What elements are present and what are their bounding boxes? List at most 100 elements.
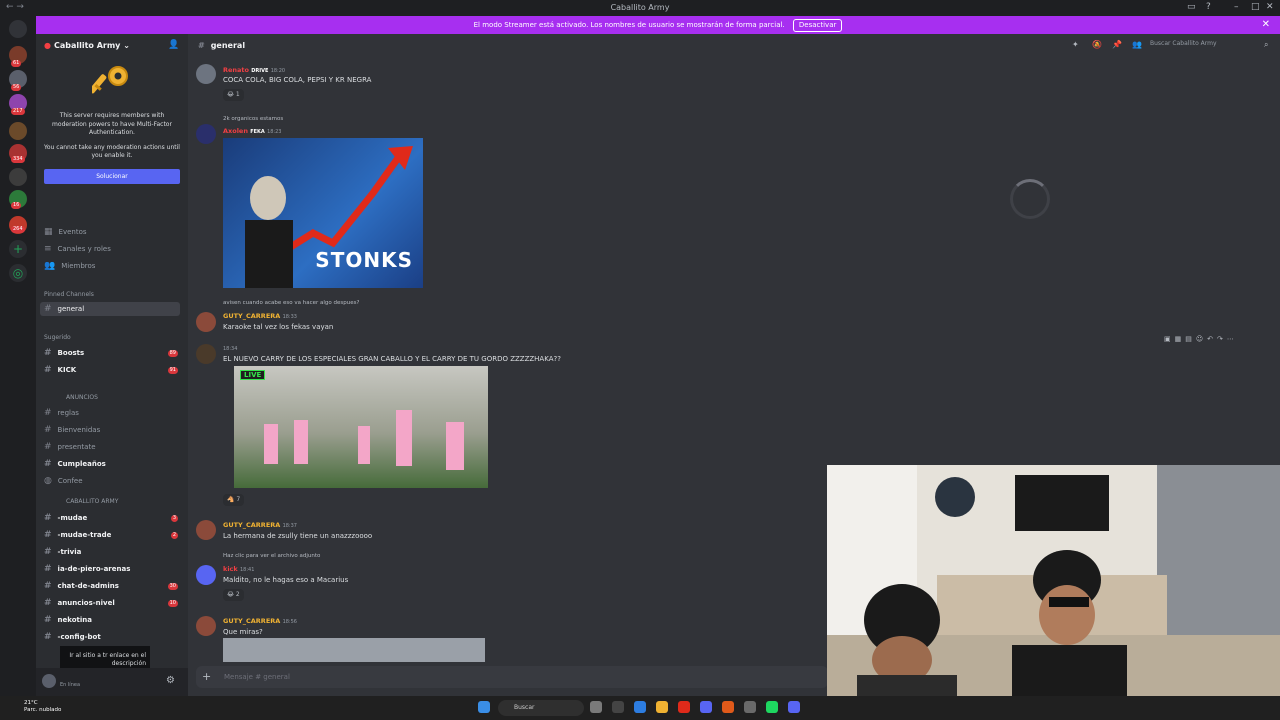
close-icon[interactable]: ✕ bbox=[1266, 2, 1274, 12]
home-icon[interactable] bbox=[9, 20, 27, 38]
message-author[interactable]: kick 18:41 bbox=[223, 565, 254, 573]
channel-kick[interactable]: # KICK bbox=[44, 365, 76, 375]
author-name: GUTY_CARRERA bbox=[223, 521, 281, 529]
message-reply[interactable]: Haz clic para ver el archivo adjunto bbox=[223, 553, 320, 559]
message-author[interactable]: GUTY_CARRERA 18:33 bbox=[223, 312, 297, 320]
category-pinned[interactable]: Pinned Channels bbox=[44, 291, 94, 298]
minimize-icon[interactable]: – bbox=[1234, 2, 1239, 12]
channel-reglas[interactable]: # reglas bbox=[44, 408, 79, 418]
message-actions-icon[interactable]: ▣▦▤☺↶↷⋯ bbox=[1164, 335, 1238, 343]
channel-cumpleanos[interactable]: # Cumpleaños bbox=[44, 459, 106, 469]
timestamp: 18:33 bbox=[282, 314, 297, 320]
message-author[interactable]: Renato DRIVE 18:20 bbox=[223, 66, 285, 74]
sidebar-item-canales[interactable]: ≡ Canales y roles bbox=[44, 244, 111, 254]
chat-header: # general ✦ 🔕 📌 👥 Buscar Caballito Army ⌕ bbox=[188, 34, 1280, 58]
sidebar-item-eventos[interactable]: ▦ Eventos bbox=[44, 227, 87, 237]
taskbar-search[interactable]: Buscar bbox=[498, 700, 584, 716]
app-icon[interactable] bbox=[612, 701, 624, 713]
app-icon[interactable] bbox=[700, 701, 712, 713]
category-suggested[interactable]: Sugerido bbox=[44, 334, 71, 341]
message-author[interactable]: GUTY_CARRERA 18:56 bbox=[223, 617, 297, 625]
avatar[interactable] bbox=[196, 520, 216, 540]
banner-text: El modo Streamer está activado. Los nomb… bbox=[473, 21, 785, 29]
channel-presentate[interactable]: # presentate bbox=[44, 442, 96, 452]
solucionar-button[interactable]: Solucionar bbox=[44, 168, 180, 184]
app-icon[interactable] bbox=[590, 701, 602, 713]
windows-start-icon[interactable] bbox=[478, 701, 490, 713]
channel-mudae[interactable]: # -mudae bbox=[44, 513, 87, 523]
stonks-image[interactable]: STONKS bbox=[223, 138, 423, 288]
spotify-icon[interactable] bbox=[766, 701, 778, 713]
timestamp: 18:23 bbox=[267, 129, 282, 135]
folder-icon[interactable] bbox=[656, 701, 668, 713]
channel-nekotina[interactable]: # nekotina bbox=[44, 615, 92, 625]
search-input[interactable]: Buscar Caballito Army bbox=[1150, 40, 1270, 52]
add-attachment-icon[interactable]: + bbox=[202, 670, 211, 683]
avatar[interactable] bbox=[196, 616, 216, 636]
disable-streamer-button[interactable]: Desactivar bbox=[792, 19, 843, 32]
webcam-feed-icon bbox=[827, 465, 1280, 720]
message-input[interactable]: + Mensaje # general bbox=[196, 666, 828, 688]
gear-icon[interactable]: ⚙ bbox=[166, 675, 175, 686]
inbox-icon[interactable]: ▭ bbox=[1187, 2, 1196, 12]
avatar[interactable] bbox=[196, 312, 216, 332]
attachment-image[interactable] bbox=[223, 638, 485, 662]
channel-label: Bienvenidas bbox=[57, 426, 101, 434]
channel-config-bot[interactable]: # -config-bot bbox=[44, 632, 101, 642]
sidebar-item-label: Eventos bbox=[58, 228, 87, 236]
message-reply[interactable]: avisen cuando acabe eso va hacer algo de… bbox=[223, 300, 359, 306]
channel-trivia[interactable]: # -trivia bbox=[44, 547, 81, 557]
add-member-icon[interactable]: 👤 bbox=[168, 40, 179, 50]
close-icon[interactable]: ✕ bbox=[1262, 16, 1270, 34]
search-icon[interactable]: ⌕ bbox=[1264, 40, 1268, 50]
avatar[interactable] bbox=[42, 674, 56, 688]
message-reply[interactable]: 2k organicos estamos bbox=[223, 116, 283, 122]
discord-icon[interactable] bbox=[788, 701, 800, 713]
maximize-icon[interactable]: □ bbox=[1251, 2, 1260, 12]
window-title: Caballito Army bbox=[610, 3, 670, 12]
message-author[interactable]: Axolen FEKA 18:23 bbox=[223, 127, 281, 135]
reaction[interactable]: 😂 2 bbox=[223, 589, 244, 601]
sidebar-item-label: Miembros bbox=[61, 262, 96, 270]
server-icon[interactable] bbox=[9, 122, 27, 140]
channel-mudae-trade[interactable]: # -mudae-trade bbox=[44, 530, 111, 540]
channel-anuncios-nivel[interactable]: # anuncios-nivel bbox=[44, 598, 115, 608]
avatar[interactable] bbox=[196, 64, 216, 84]
reaction[interactable]: 🐴 7 bbox=[223, 494, 245, 506]
guild-header[interactable]: ● Caballito Army ⌄ bbox=[44, 41, 130, 50]
category-caballito-army[interactable]: CABALLITO ARMY bbox=[66, 498, 118, 505]
discover-icon[interactable]: ◎ bbox=[9, 264, 27, 282]
message-author[interactable]: GUTY_CARRERA 18:37 bbox=[223, 521, 297, 529]
sidebar-item-miembros[interactable]: 👥 Miembros bbox=[44, 261, 95, 271]
app-icon[interactable] bbox=[744, 701, 756, 713]
channel-label: Cumpleaños bbox=[57, 460, 106, 468]
pin-icon[interactable]: 📌 bbox=[1112, 40, 1122, 49]
help-icon[interactable]: ? bbox=[1206, 2, 1211, 12]
avatar[interactable] bbox=[196, 124, 216, 144]
channel-ia-de-piero-arenas[interactable]: # ia-de-piero-arenas bbox=[44, 564, 130, 574]
category-anuncios[interactable]: ANUNCIOS bbox=[66, 394, 98, 401]
app-icon[interactable] bbox=[634, 701, 646, 713]
brave-icon[interactable] bbox=[722, 701, 734, 713]
channel-confee[interactable]: ◍ Confee bbox=[44, 476, 83, 486]
timestamp: 18:34 bbox=[223, 346, 238, 352]
add-server-icon[interactable]: + bbox=[9, 240, 27, 258]
channel-general[interactable]: # general bbox=[40, 302, 180, 316]
weather-widget[interactable]: 21°C Parc. nublado bbox=[24, 700, 61, 714]
channel-bienvenidas[interactable]: # Bienvenidas bbox=[44, 425, 100, 435]
server-icon[interactable] bbox=[9, 168, 27, 186]
hash-icon: # bbox=[44, 564, 52, 574]
composer-placeholder-prefix: Mensaje # bbox=[224, 673, 262, 681]
avatar[interactable] bbox=[196, 565, 216, 585]
mute-icon[interactable]: 🔕 bbox=[1092, 40, 1102, 49]
server-badge: 56 bbox=[11, 84, 22, 91]
avatar[interactable] bbox=[196, 344, 216, 364]
app-icon[interactable] bbox=[678, 701, 690, 713]
members-icon[interactable]: 👥 bbox=[1132, 40, 1142, 49]
live-video-embed[interactable]: LIVE bbox=[234, 366, 488, 488]
threads-icon[interactable]: ✦ bbox=[1072, 40, 1079, 49]
channel-boosts[interactable]: # Boosts bbox=[44, 348, 84, 358]
channel-chat-de-admins[interactable]: # chat-de-admins bbox=[44, 581, 119, 591]
reaction[interactable]: 😂 1 bbox=[223, 89, 244, 101]
timestamp: 18:56 bbox=[282, 619, 297, 625]
